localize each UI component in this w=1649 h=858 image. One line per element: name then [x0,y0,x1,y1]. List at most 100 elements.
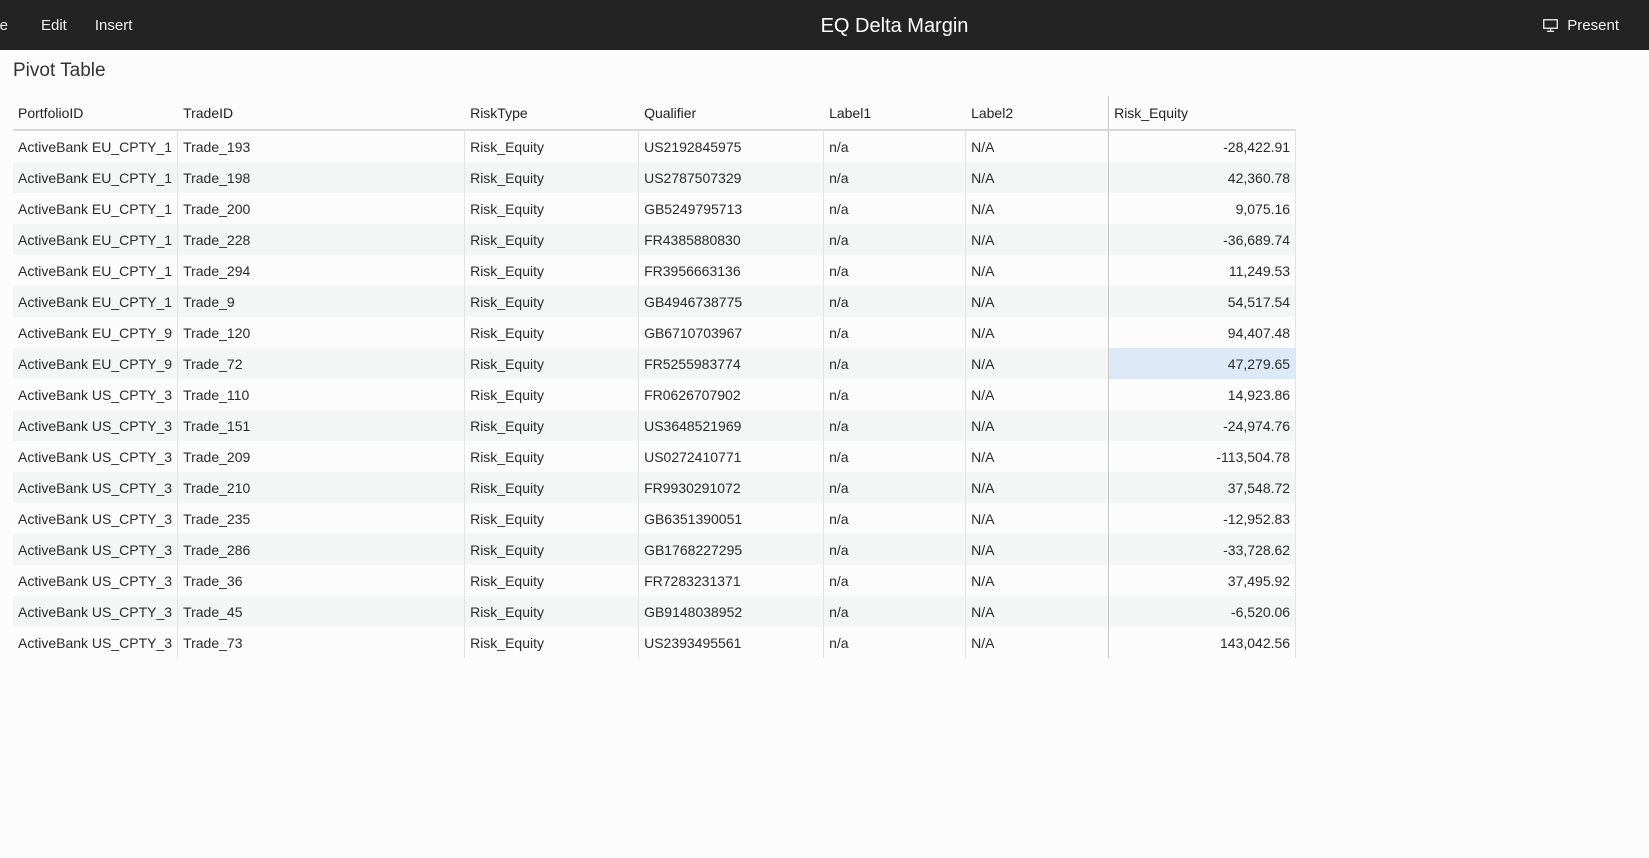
cell-label2[interactable]: N/A [965,596,1109,627]
cell-tradeid[interactable]: Trade_151 [177,410,465,441]
cell-portfolioid[interactable]: ActiveBank EU_CPTY_1 [13,130,178,162]
cell-risktype[interactable]: Risk_Equity [464,596,639,627]
cell-label1[interactable]: n/a [823,441,966,472]
cell-qualifier[interactable]: GB5249795713 [638,193,824,224]
cell-tradeid[interactable]: Trade_198 [177,162,465,193]
cell-risktype[interactable]: Risk_Equity [464,162,639,193]
cell-risk-equity[interactable]: -12,952.83 [1108,503,1297,534]
cell-portfolioid[interactable]: ActiveBank EU_CPTY_1 [13,286,178,317]
column-header-tradeid[interactable]: TradeID [177,96,465,131]
cell-risk-equity[interactable]: -6,520.06 [1108,596,1297,627]
cell-qualifier[interactable]: GB4946738775 [638,286,824,317]
column-header-portfolioid[interactable]: PortfolioID [13,96,178,131]
cell-portfolioid[interactable]: ActiveBank EU_CPTY_9 [13,317,178,348]
column-header-label2[interactable]: Label2 [965,96,1109,131]
cell-label1[interactable]: n/a [823,286,966,317]
cell-tradeid[interactable]: Trade_193 [177,130,465,162]
cell-qualifier[interactable]: US0272410771 [638,441,824,472]
cell-qualifier[interactable]: FR5255983774 [638,348,824,379]
cell-risk-equity[interactable]: 94,407.48 [1108,317,1297,348]
cell-risktype[interactable]: Risk_Equity [464,410,639,441]
cell-label1[interactable]: n/a [823,596,966,627]
cell-portfolioid[interactable]: ActiveBank US_CPTY_3 [13,410,178,441]
cell-portfolioid[interactable]: ActiveBank EU_CPTY_1 [13,255,178,286]
cell-qualifier[interactable]: FR4385880830 [638,224,824,255]
cell-risk-equity[interactable]: -28,422.91 [1108,130,1297,162]
cell-qualifier[interactable]: GB9148038952 [638,596,824,627]
cell-label1[interactable]: n/a [823,348,966,379]
cell-portfolioid[interactable]: ActiveBank EU_CPTY_1 [13,193,178,224]
cell-risktype[interactable]: Risk_Equity [464,627,639,658]
cell-risk-equity[interactable]: 37,548.72 [1108,472,1297,503]
cell-tradeid[interactable]: Trade_72 [177,348,465,379]
cell-tradeid[interactable]: Trade_228 [177,224,465,255]
cell-qualifier[interactable]: FR7283231371 [638,565,824,596]
cell-label2[interactable]: N/A [965,410,1109,441]
cell-label1[interactable]: n/a [823,255,966,286]
cell-portfolioid[interactable]: ActiveBank US_CPTY_3 [13,565,178,596]
cell-risktype[interactable]: Risk_Equity [464,441,639,472]
cell-label2[interactable]: N/A [965,317,1109,348]
cell-risk-equity[interactable]: 9,075.16 [1108,193,1297,224]
cell-tradeid[interactable]: Trade_286 [177,534,465,565]
cell-portfolioid[interactable]: ActiveBank US_CPTY_3 [13,596,178,627]
column-header-risk-equity[interactable]: Risk_Equity [1108,96,1296,131]
cell-label1[interactable]: n/a [823,130,966,162]
cell-label2[interactable]: N/A [965,162,1109,193]
cell-tradeid[interactable]: Trade_73 [177,627,465,658]
cell-qualifier[interactable]: US2192845975 [638,130,824,162]
cell-risk-equity[interactable]: -36,689.74 [1108,224,1297,255]
cell-label2[interactable]: N/A [965,565,1109,596]
cell-tradeid[interactable]: Trade_45 [177,596,465,627]
cell-label2[interactable]: N/A [965,503,1109,534]
cell-label1[interactable]: n/a [823,224,966,255]
cell-label1[interactable]: n/a [823,379,966,410]
cell-label2[interactable]: N/A [965,441,1109,472]
cell-risk-equity[interactable]: 143,042.56 [1108,627,1297,658]
cell-tradeid[interactable]: Trade_36 [177,565,465,596]
cell-label2[interactable]: N/A [965,193,1109,224]
present-button[interactable]: Present [1543,0,1619,50]
cell-risktype[interactable]: Risk_Equity [464,348,639,379]
cell-portfolioid[interactable]: ActiveBank US_CPTY_3 [13,441,178,472]
cell-label1[interactable]: n/a [823,565,966,596]
column-header-qualifier[interactable]: Qualifier [638,96,824,131]
cell-qualifier[interactable]: FR9930291072 [638,472,824,503]
cell-tradeid[interactable]: Trade_235 [177,503,465,534]
cell-label2[interactable]: N/A [965,286,1109,317]
cell-qualifier[interactable]: FR3956663136 [638,255,824,286]
cell-risktype[interactable]: Risk_Equity [464,379,639,410]
cell-risktype[interactable]: Risk_Equity [464,534,639,565]
cell-portfolioid[interactable]: ActiveBank US_CPTY_3 [13,379,178,410]
cell-label1[interactable]: n/a [823,193,966,224]
cell-qualifier[interactable]: GB1768227295 [638,534,824,565]
cell-label2[interactable]: N/A [965,627,1109,658]
menu-edit[interactable]: Edit [41,17,67,34]
cell-label2[interactable]: N/A [965,379,1109,410]
cell-tradeid[interactable]: Trade_120 [177,317,465,348]
cell-portfolioid[interactable]: ActiveBank US_CPTY_3 [13,472,178,503]
cell-portfolioid[interactable]: ActiveBank US_CPTY_3 [13,534,178,565]
cell-label1[interactable]: n/a [823,317,966,348]
cell-risk-equity[interactable]: 11,249.53 [1108,255,1297,286]
cell-qualifier[interactable]: FR0626707902 [638,379,824,410]
cell-risktype[interactable]: Risk_Equity [464,286,639,317]
cell-qualifier[interactable]: US3648521969 [638,410,824,441]
cell-label2[interactable]: N/A [965,472,1109,503]
cell-risktype[interactable]: Risk_Equity [464,255,639,286]
menu-file[interactable]: File [0,17,8,34]
cell-risk-equity[interactable]: -113,504.78 [1108,441,1297,472]
cell-risk-equity[interactable]: 14,923.86 [1108,379,1297,410]
cell-label2[interactable]: N/A [965,224,1109,255]
cell-label1[interactable]: n/a [823,627,966,658]
cell-risktype[interactable]: Risk_Equity [464,472,639,503]
cell-qualifier[interactable]: GB6351390051 [638,503,824,534]
cell-label1[interactable]: n/a [823,534,966,565]
cell-risk-equity[interactable]: 42,360.78 [1108,162,1297,193]
cell-label1[interactable]: n/a [823,503,966,534]
cell-label2[interactable]: N/A [965,348,1109,379]
cell-risktype[interactable]: Risk_Equity [464,565,639,596]
cell-label2[interactable]: N/A [965,255,1109,286]
column-header-risktype[interactable]: RiskType [464,96,639,131]
column-header-label1[interactable]: Label1 [823,96,966,131]
